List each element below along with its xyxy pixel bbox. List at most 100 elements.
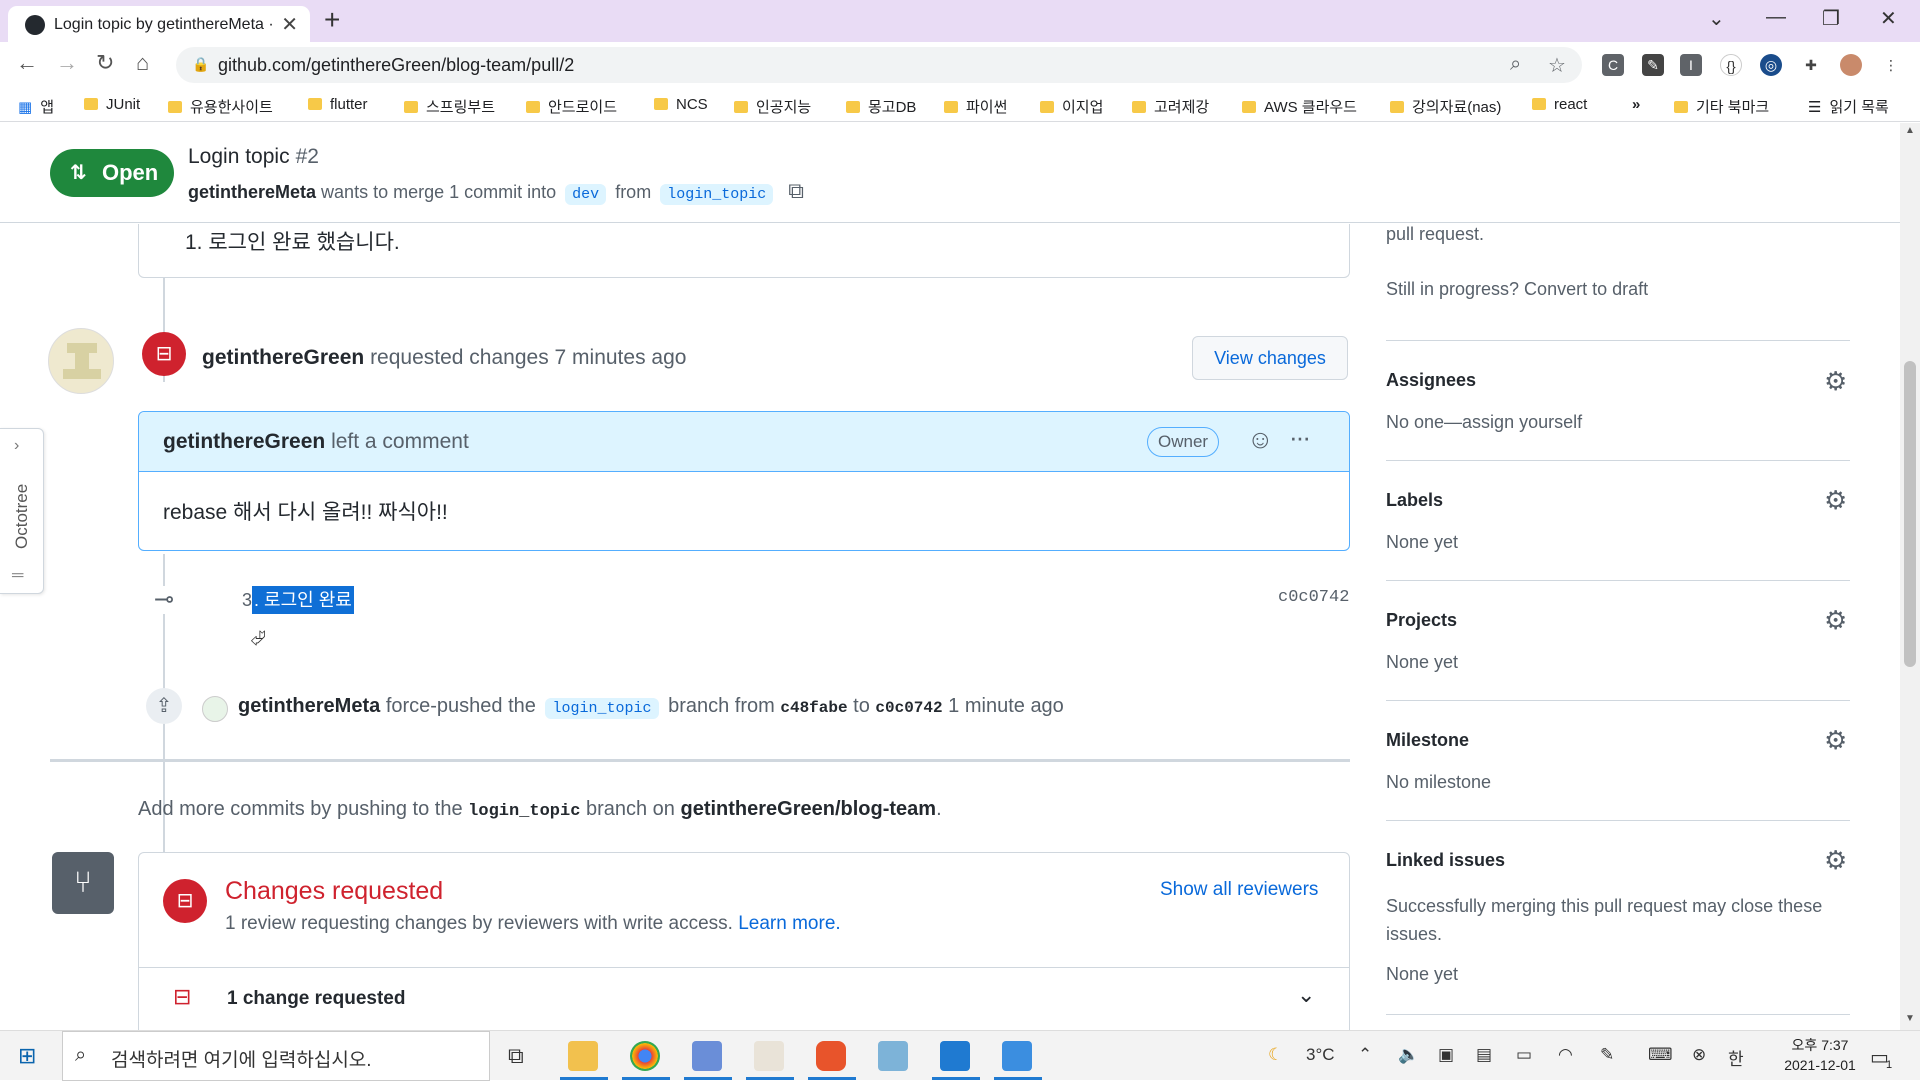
bookmark-aws[interactable]: AWS 클라우드 [1242,96,1357,117]
taskbar-search-box[interactable]: ⌕ 검색하려면 여기에 입력하십시오. [62,1031,490,1081]
reviewer-name-link[interactable]: getinthereGreen [202,346,364,369]
pusher-name-link[interactable]: getinthereMeta [238,695,380,717]
presentation-app-icon[interactable] [816,1041,846,1071]
base-branch-label[interactable]: dev [565,184,607,205]
projects-gear-icon[interactable]: ⚙ [1824,607,1850,633]
task-view-icon[interactable]: ⧉ [508,1043,524,1069]
profile-avatar[interactable] [1840,54,1862,76]
commit-message[interactable]: 3. 로그인 완료 [242,586,354,614]
wifi-icon[interactable]: ◠ [1558,1045,1573,1065]
home-icon[interactable]: ⌂ [136,50,149,76]
scrollbar-thumb[interactable] [1904,361,1916,667]
extension-i-icon[interactable]: I [1680,54,1702,76]
bookmark-nas[interactable]: 강의자료(nas) [1390,96,1501,117]
pr-title[interactable]: Login topic #2 [188,145,319,169]
drag-handle-icon[interactable]: ═ [12,567,23,585]
bookmark-react[interactable]: react [1532,96,1587,113]
assignees-heading[interactable]: Assignees [1386,370,1476,391]
repo-link[interactable]: getinthereGreen/blog-team [680,798,936,820]
show-all-reviewers-link[interactable]: Show all reviewers [1160,879,1318,901]
lock-icon[interactable]: 🔒 [192,56,209,73]
convert-to-draft-link[interactable]: Still in progress? Convert to draft [1386,279,1648,300]
more-options-icon[interactable]: ··· [1289,422,1311,453]
bookmark-apps[interactable]: ▦ 앱 [18,96,54,117]
learn-more-link[interactable]: Learn more. [738,913,840,934]
copy-icon[interactable]: ⧉ [788,178,804,203]
bookmark-easyup[interactable]: 이지업 [1040,96,1103,117]
bookmark-kiswire[interactable]: 고려제강 [1132,96,1209,117]
bookmark-other[interactable]: 기타 북마크 [1674,96,1769,117]
app-icon[interactable] [692,1041,722,1071]
add-reaction-icon[interactable]: ☺ [1247,424,1274,455]
back-icon[interactable]: ← [16,50,38,76]
keyboard-icon[interactable]: ⌨ [1648,1045,1673,1065]
scroll-down-icon[interactable]: ▼ [1905,1013,1915,1024]
forward-icon[interactable]: → [56,50,78,76]
windows-start-icon[interactable]: ⊞ [18,1043,36,1069]
extension-c-icon[interactable]: C [1602,54,1624,76]
tray-app-icon[interactable]: ▣ [1438,1045,1454,1065]
close-tab-icon[interactable]: ✕ [281,12,298,37]
zoom-icon[interactable]: ⌕ [1510,53,1521,76]
address-bar[interactable]: 🔒 github.com/getinthereGreen/blog-team/p… [176,47,1582,83]
pusher-avatar[interactable] [202,696,228,722]
vscode-icon[interactable] [940,1041,970,1071]
bookmark-star-icon[interactable]: ☆ [1548,53,1566,78]
comment-author-link[interactable]: getinthereGreen [163,430,325,453]
chrome-icon[interactable] [630,1041,660,1071]
restore-icon[interactable]: ❐ [1822,6,1840,31]
milestone-gear-icon[interactable]: ⚙ [1824,727,1850,753]
commit-sha-link[interactable]: c0c0742 [1278,588,1349,607]
new-tab-icon[interactable]: + [324,6,340,34]
assignees-gear-icon[interactable]: ⚙ [1824,368,1850,394]
force-push-branch[interactable]: login_topic [545,698,659,719]
head-branch-label[interactable]: login_topic [660,184,774,205]
battery-icon[interactable]: ▭ [1516,1045,1532,1065]
page-scrollbar[interactable]: ▲ ▼ [1900,123,1920,1030]
milestone-heading[interactable]: Milestone [1386,730,1469,751]
tray-app-icon[interactable]: ▤ [1476,1045,1492,1065]
pen-icon[interactable]: ✎ [1600,1045,1614,1065]
view-changes-button[interactable]: View changes [1192,336,1348,380]
tray-overflow-icon[interactable]: ⌃ [1358,1045,1372,1065]
bookmark-useful[interactable]: 유용한사이트 [168,96,273,117]
reload-icon[interactable]: ↻ [96,50,114,76]
tray-close-icon[interactable]: ⊗ [1692,1045,1706,1065]
ime-indicator[interactable]: 한 [1728,1045,1744,1070]
tab-search-icon[interactable]: ⌄ [1708,6,1725,31]
bookmark-flutter[interactable]: flutter [308,96,368,113]
extension-json-icon[interactable]: {} [1720,54,1742,76]
bookmark-ncs[interactable]: NCS [654,96,708,113]
extension-tool-icon[interactable]: ✎ [1642,54,1664,76]
bookmark-android[interactable]: 안드로이드 [526,96,617,117]
pr-author-link[interactable]: getinthereMeta [188,182,316,202]
weather-moon-icon[interactable]: ☾ [1268,1045,1283,1065]
notes-app-icon[interactable] [878,1041,908,1071]
labels-heading[interactable]: Labels [1386,490,1443,511]
browser-menu-icon[interactable]: ⋮ [1880,54,1902,76]
close-window-icon[interactable]: ✕ [1880,6,1897,31]
weather-temperature[interactable]: 3°C [1306,1045,1335,1065]
projects-heading[interactable]: Projects [1386,610,1457,631]
extensions-puzzle-icon[interactable]: ✚ [1800,54,1822,76]
linked-issues-heading[interactable]: Linked issues [1386,850,1505,871]
bookmark-junit[interactable]: JUnit [84,96,140,113]
taskbar-clock[interactable]: 오후 7:37 2021-12-01 [1770,1035,1870,1075]
browser-tab[interactable]: Login topic by getinthereMeta · Pull Req… [8,6,310,42]
bookmark-python[interactable]: 파이썬 [944,96,1007,117]
bookmark-ai[interactable]: 인공지능 [734,96,811,117]
scroll-up-icon[interactable]: ▲ [1905,125,1915,136]
minimize-icon[interactable]: — [1766,6,1786,29]
remote-desktop-icon[interactable] [1002,1041,1032,1071]
from-sha-link[interactable]: c48fabe [780,699,847,717]
labels-gear-icon[interactable]: ⚙ [1824,487,1850,513]
reading-list[interactable]: ☰ 읽기 목록 [1808,96,1889,117]
extension-round-icon[interactable]: ◎ [1760,54,1782,76]
volume-icon[interactable]: 🔈 [1398,1045,1419,1065]
to-sha-link[interactable]: c0c0742 [875,699,942,717]
paint-icon[interactable] [754,1041,784,1071]
bookmark-mongodb[interactable]: 몽고DB [846,96,916,117]
assignees-value[interactable]: No one—assign yourself [1386,412,1582,433]
reviewer-avatar[interactable] [48,328,114,394]
linked-issues-gear-icon[interactable]: ⚙ [1824,847,1850,873]
